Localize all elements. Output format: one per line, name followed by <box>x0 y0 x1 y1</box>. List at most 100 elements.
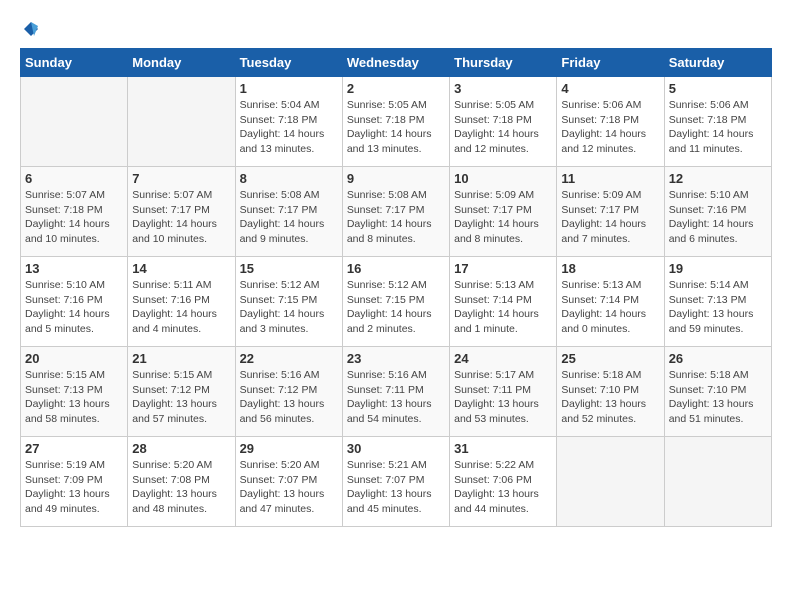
day-number: 8 <box>240 171 338 186</box>
day-details: Sunrise: 5:13 AMSunset: 7:14 PMDaylight:… <box>561 278 659 337</box>
calendar-cell: 30Sunrise: 5:21 AMSunset: 7:07 PMDayligh… <box>342 437 449 527</box>
day-number: 22 <box>240 351 338 366</box>
calendar-cell: 14 Sunrise: 5:11 AMSunset: 7:16 PMDayligh… <box>128 257 235 347</box>
day-number: 6 <box>25 171 123 186</box>
calendar-cell: 17 Sunrise: 5:13 AMSunset: 7:14 PMDayligh… <box>450 257 557 347</box>
day-details: Sunrise: 5:12 AMSunset: 7:15 PMDaylight:… <box>240 278 338 337</box>
day-number: 4 <box>561 81 659 96</box>
day-number: 15 <box>240 261 338 276</box>
day-number: 9 <box>347 171 445 186</box>
day-number: 10 <box>454 171 552 186</box>
weekday-header: Saturday <box>664 49 771 77</box>
day-number: 13 <box>25 261 123 276</box>
calendar-cell: 2 Sunrise: 5:05 AMSunset: 7:18 PMDaylight… <box>342 77 449 167</box>
calendar-cell: 26 Sunrise: 5:18 AMSunset: 7:10 PMDayligh… <box>664 347 771 437</box>
day-details: Sunrise: 5:22 AMSunset: 7:06 PMDaylight:… <box>454 458 552 517</box>
day-details: Sunrise: 5:18 AMSunset: 7:10 PMDaylight:… <box>561 368 659 427</box>
logo-icon <box>22 20 40 38</box>
calendar-cell: 31 Sunrise: 5:22 AMSunset: 7:06 PMDayligh… <box>450 437 557 527</box>
day-number: 16 <box>347 261 445 276</box>
day-number: 29 <box>240 441 338 456</box>
calendar-cell: 4 Sunrise: 5:06 AMSunset: 7:18 PMDaylight… <box>557 77 664 167</box>
calendar-cell: 15 Sunrise: 5:12 AMSunset: 7:15 PMDayligh… <box>235 257 342 347</box>
calendar-cell: 11 Sunrise: 5:09 AMSunset: 7:17 PMDayligh… <box>557 167 664 257</box>
day-details: Sunrise: 5:15 AMSunset: 7:12 PMDaylight:… <box>132 368 230 427</box>
day-details: Sunrise: 5:07 AMSunset: 7:17 PMDaylight:… <box>132 188 230 247</box>
day-details: Sunrise: 5:16 AMSunset: 7:11 PMDaylight:… <box>347 368 445 427</box>
weekday-header: Wednesday <box>342 49 449 77</box>
day-details: Sunrise: 5:05 AMSunset: 7:18 PMDaylight:… <box>347 98 445 157</box>
day-number: 12 <box>669 171 767 186</box>
calendar-cell: 1 Sunrise: 5:04 AMSunset: 7:18 PMDaylight… <box>235 77 342 167</box>
day-number: 24 <box>454 351 552 366</box>
calendar-week-row: 13Sunrise: 5:10 AMSunset: 7:16 PMDayligh… <box>21 257 772 347</box>
calendar-cell: 10 Sunrise: 5:09 AMSunset: 7:17 PMDayligh… <box>450 167 557 257</box>
day-details: Sunrise: 5:19 AMSunset: 7:09 PMDaylight:… <box>25 458 123 517</box>
day-number: 5 <box>669 81 767 96</box>
calendar-table: SundayMondayTuesdayWednesdayThursdayFrid… <box>20 48 772 527</box>
day-number: 17 <box>454 261 552 276</box>
calendar-cell: 8 Sunrise: 5:08 AMSunset: 7:17 PMDaylight… <box>235 167 342 257</box>
day-number: 27 <box>25 441 123 456</box>
day-number: 14 <box>132 261 230 276</box>
weekday-header: Sunday <box>21 49 128 77</box>
calendar-cell <box>21 77 128 167</box>
day-details: Sunrise: 5:20 AMSunset: 7:08 PMDaylight:… <box>132 458 230 517</box>
day-number: 23 <box>347 351 445 366</box>
day-details: Sunrise: 5:20 AMSunset: 7:07 PMDaylight:… <box>240 458 338 517</box>
day-details: Sunrise: 5:04 AMSunset: 7:18 PMDaylight:… <box>240 98 338 157</box>
page-header <box>20 20 772 38</box>
day-number: 11 <box>561 171 659 186</box>
weekday-header: Friday <box>557 49 664 77</box>
day-number: 21 <box>132 351 230 366</box>
calendar-cell: 6 Sunrise: 5:07 AMSunset: 7:18 PMDaylight… <box>21 167 128 257</box>
day-details: Sunrise: 5:11 AMSunset: 7:16 PMDaylight:… <box>132 278 230 337</box>
day-number: 19 <box>669 261 767 276</box>
calendar-cell <box>557 437 664 527</box>
day-details: Sunrise: 5:17 AMSunset: 7:11 PMDaylight:… <box>454 368 552 427</box>
day-details: Sunrise: 5:07 AMSunset: 7:18 PMDaylight:… <box>25 188 123 247</box>
calendar-cell: 21 Sunrise: 5:15 AMSunset: 7:12 PMDayligh… <box>128 347 235 437</box>
calendar-week-row: 6 Sunrise: 5:07 AMSunset: 7:18 PMDaylight… <box>21 167 772 257</box>
calendar-header-row: SundayMondayTuesdayWednesdayThursdayFrid… <box>21 49 772 77</box>
day-number: 26 <box>669 351 767 366</box>
calendar-cell: 23 Sunrise: 5:16 AMSunset: 7:11 PMDayligh… <box>342 347 449 437</box>
calendar-cell: 24 Sunrise: 5:17 AMSunset: 7:11 PMDayligh… <box>450 347 557 437</box>
calendar-cell: 9 Sunrise: 5:08 AMSunset: 7:17 PMDaylight… <box>342 167 449 257</box>
day-number: 28 <box>132 441 230 456</box>
day-details: Sunrise: 5:09 AMSunset: 7:17 PMDaylight:… <box>561 188 659 247</box>
day-details: Sunrise: 5:08 AMSunset: 7:17 PMDaylight:… <box>240 188 338 247</box>
day-details: Sunrise: 5:14 AMSunset: 7:13 PMDaylight:… <box>669 278 767 337</box>
calendar-cell: 7 Sunrise: 5:07 AMSunset: 7:17 PMDaylight… <box>128 167 235 257</box>
day-details: Sunrise: 5:10 AMSunset: 7:16 PMDaylight:… <box>669 188 767 247</box>
day-details: Sunrise: 5:06 AMSunset: 7:18 PMDaylight:… <box>561 98 659 157</box>
day-details: Sunrise: 5:12 AMSunset: 7:15 PMDaylight:… <box>347 278 445 337</box>
calendar-cell: 18Sunrise: 5:13 AMSunset: 7:14 PMDayligh… <box>557 257 664 347</box>
calendar-cell: 5Sunrise: 5:06 AMSunset: 7:18 PMDaylight… <box>664 77 771 167</box>
day-details: Sunrise: 5:21 AMSunset: 7:07 PMDaylight:… <box>347 458 445 517</box>
day-details: Sunrise: 5:13 AMSunset: 7:14 PMDaylight:… <box>454 278 552 337</box>
day-details: Sunrise: 5:18 AMSunset: 7:10 PMDaylight:… <box>669 368 767 427</box>
day-number: 31 <box>454 441 552 456</box>
calendar-cell: 20Sunrise: 5:15 AMSunset: 7:13 PMDayligh… <box>21 347 128 437</box>
day-number: 7 <box>132 171 230 186</box>
day-number: 20 <box>25 351 123 366</box>
calendar-week-row: 20Sunrise: 5:15 AMSunset: 7:13 PMDayligh… <box>21 347 772 437</box>
logo <box>20 20 40 38</box>
day-details: Sunrise: 5:09 AMSunset: 7:17 PMDaylight:… <box>454 188 552 247</box>
calendar-cell: 28 Sunrise: 5:20 AMSunset: 7:08 PMDayligh… <box>128 437 235 527</box>
day-details: Sunrise: 5:08 AMSunset: 7:17 PMDaylight:… <box>347 188 445 247</box>
weekday-header: Thursday <box>450 49 557 77</box>
calendar-cell: 3Sunrise: 5:05 AMSunset: 7:18 PMDaylight… <box>450 77 557 167</box>
day-number: 3 <box>454 81 552 96</box>
calendar-week-row: 27 Sunrise: 5:19 AMSunset: 7:09 PMDayligh… <box>21 437 772 527</box>
day-number: 25 <box>561 351 659 366</box>
calendar-week-row: 1 Sunrise: 5:04 AMSunset: 7:18 PMDaylight… <box>21 77 772 167</box>
day-number: 2 <box>347 81 445 96</box>
weekday-header: Tuesday <box>235 49 342 77</box>
day-number: 1 <box>240 81 338 96</box>
calendar-cell: 19 Sunrise: 5:14 AMSunset: 7:13 PMDayligh… <box>664 257 771 347</box>
calendar-cell: 29 Sunrise: 5:20 AMSunset: 7:07 PMDayligh… <box>235 437 342 527</box>
day-details: Sunrise: 5:16 AMSunset: 7:12 PMDaylight:… <box>240 368 338 427</box>
calendar-cell: 16 Sunrise: 5:12 AMSunset: 7:15 PMDayligh… <box>342 257 449 347</box>
